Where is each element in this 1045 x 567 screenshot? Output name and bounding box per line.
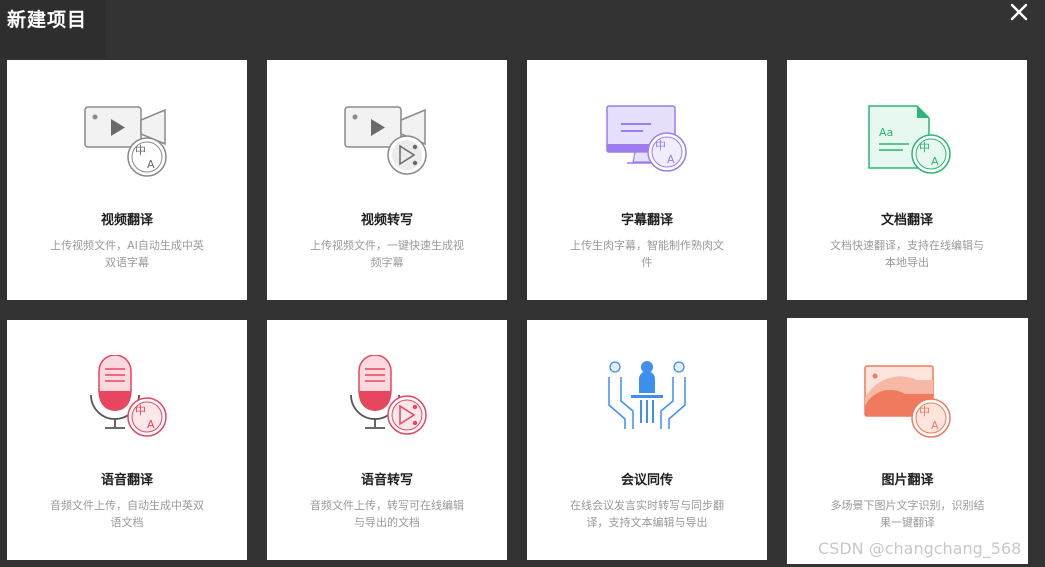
card-description: 文档快速翻译，支持在线编辑与本地导出	[830, 239, 984, 269]
card-document-translate[interactable]: Aa 中 A 文档翻译 文档快速翻译，支持在线编辑与本地导出	[787, 60, 1027, 300]
svg-text:中: 中	[919, 141, 930, 154]
svg-text:A: A	[931, 419, 939, 432]
card-title: 语音转写	[360, 473, 413, 488]
card-title: 字幕翻译	[620, 213, 673, 228]
svg-text:中: 中	[655, 139, 666, 152]
document-translate-icon: Aa 中 A	[857, 100, 957, 185]
card-description: 上传生肉字幕，智能制作熟肉文件	[570, 239, 724, 269]
card-description: 上传视频文件，AI自动生成中英双语字幕	[50, 239, 204, 269]
card-audio-transcribe[interactable]: 语音转写 音频文件上传，转写可在线编辑与导出的文档	[267, 320, 507, 560]
card-title: 视频转写	[360, 213, 413, 228]
card-description: 在线会议发言实时转写与同步翻译，支持文本编辑与导出	[570, 499, 724, 529]
card-video-translate[interactable]: 中 A 视频翻译 上传视频文件，AI自动生成中英双语字幕	[7, 60, 247, 300]
card-description: 多场景下图片文字识别，识别结果一键翻译	[830, 499, 985, 529]
svg-text:中: 中	[135, 404, 146, 417]
meeting-interpret-icon	[597, 355, 697, 445]
svg-text:中: 中	[135, 144, 146, 157]
video-transcribe-icon	[337, 100, 437, 185]
card-description: 上传视频文件，一键快速生成视频字幕	[310, 239, 464, 269]
card-description: 音频文件上传，自动生成中英双语文档	[50, 499, 204, 529]
video-translate-icon: 中 A	[77, 100, 177, 185]
close-button[interactable]	[1006, 0, 1032, 26]
card-title: 图片翻译	[881, 473, 934, 488]
audio-transcribe-icon	[337, 355, 437, 445]
audio-translate-icon: 中 A	[77, 355, 177, 445]
dialog-title: 新建项目	[7, 9, 88, 31]
card-video-transcribe[interactable]: 视频转写 上传视频文件，一键快速生成视频字幕	[267, 60, 507, 300]
subtitle-translate-icon: 中 A	[597, 100, 697, 185]
svg-text:A: A	[931, 155, 939, 168]
svg-text:中: 中	[919, 405, 930, 418]
image-translate-icon: 中 A	[857, 360, 957, 445]
svg-text:A: A	[667, 153, 675, 166]
card-title: 语音翻译	[100, 473, 153, 488]
card-meeting-interpret[interactable]: 会议同传 在线会议发言实时转写与同步翻译，支持文本编辑与导出	[527, 320, 767, 560]
card-title: 视频翻译	[100, 213, 153, 228]
card-title: 文档翻译	[880, 213, 933, 228]
svg-text:Aa: Aa	[879, 126, 893, 139]
card-title: 会议同传	[620, 473, 673, 488]
svg-text:A: A	[147, 418, 155, 431]
watermark: CSDN @changchang_568	[818, 539, 1022, 558]
card-audio-translate[interactable]: 中 A 语音翻译 音频文件上传，自动生成中英双语文档	[7, 320, 247, 560]
svg-text:A: A	[147, 158, 155, 171]
close-icon	[1010, 3, 1028, 21]
card-image-translate[interactable]: 中 A 图片翻译 多场景下图片文字识别，识别结果一键翻译	[787, 318, 1028, 564]
card-subtitle-translate[interactable]: 中 A 字幕翻译 上传生肉字幕，智能制作熟肉文件	[527, 60, 767, 300]
card-description: 音频文件上传，转写可在线编辑与导出的文档	[310, 499, 464, 529]
